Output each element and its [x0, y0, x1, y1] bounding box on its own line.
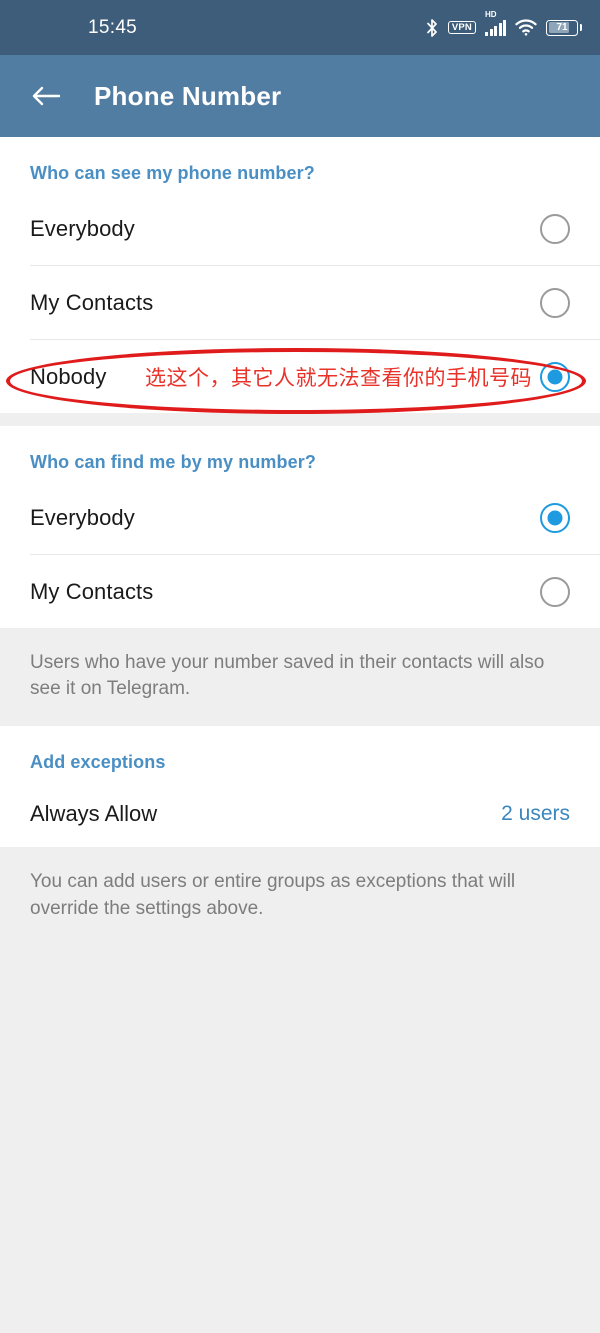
wifi-icon [515, 19, 537, 36]
row-always-allow[interactable]: Always Allow 2 users [0, 781, 600, 848]
footnote-who-can-find: Users who have your number saved in thei… [0, 628, 600, 727]
option-row-find-everybody[interactable]: Everybody [0, 481, 600, 554]
section-who-can-find: Who can find me by my number? Everybody … [0, 426, 600, 628]
always-allow-value[interactable]: 2 users [501, 802, 570, 826]
radio-find-my-contacts[interactable] [540, 576, 570, 607]
option-row-see-my-contacts[interactable]: My Contacts [0, 266, 600, 339]
option-row-see-everybody[interactable]: Everybody [0, 192, 600, 265]
radio-see-my-contacts[interactable] [540, 287, 570, 318]
option-label: My Contacts [30, 289, 154, 315]
app-bar: Phone Number [0, 55, 600, 137]
section-gap [0, 413, 600, 426]
section-who-can-see: Who can see my phone number? Everybody M… [0, 137, 600, 413]
option-label: Nobody [30, 363, 107, 389]
back-button[interactable] [24, 74, 68, 118]
section-add-exceptions: Add exceptions Always Allow 2 users [0, 726, 600, 848]
option-label: My Contacts [30, 578, 154, 604]
status-bar-icons: VPN HD 71 [425, 10, 582, 38]
signal-bars [485, 19, 506, 36]
always-allow-label: Always Allow [30, 801, 158, 827]
battery-level: 71 [556, 21, 568, 33]
option-row-see-nobody[interactable]: Nobody [0, 340, 600, 413]
status-bar-clock: 15:45 [88, 16, 138, 38]
radio-see-everybody[interactable] [540, 213, 570, 244]
status-bar: 15:45 VPN HD 71 [0, 0, 600, 55]
section-header-add-exceptions: Add exceptions [30, 752, 166, 773]
option-row-find-my-contacts[interactable]: My Contacts [0, 555, 600, 628]
footnote-add-exceptions: You can add users or entire groups as ex… [0, 847, 600, 946]
battery-icon: 71 [546, 19, 582, 36]
section-header-who-can-see: Who can see my phone number? [30, 163, 315, 183]
phone-screen: 15:45 VPN HD 71 Phone Number Who can see… [0, 0, 600, 1333]
empty-area [0, 945, 600, 1299]
option-label: Everybody [30, 504, 135, 530]
section-header-who-can-find: Who can find me by my number? [30, 452, 316, 472]
option-label: Everybody [30, 215, 135, 241]
vpn-icon: VPN [447, 20, 476, 35]
radio-find-everybody[interactable] [540, 502, 570, 533]
bluetooth-icon [425, 18, 439, 38]
hd-label: HD [485, 9, 497, 19]
settings-content: Who can see my phone number? Everybody M… [0, 137, 600, 1299]
arrow-left-icon [32, 86, 61, 106]
page-title: Phone Number [94, 80, 282, 111]
radio-see-nobody[interactable] [540, 361, 570, 392]
hd-signal-icon: HD [485, 10, 506, 36]
